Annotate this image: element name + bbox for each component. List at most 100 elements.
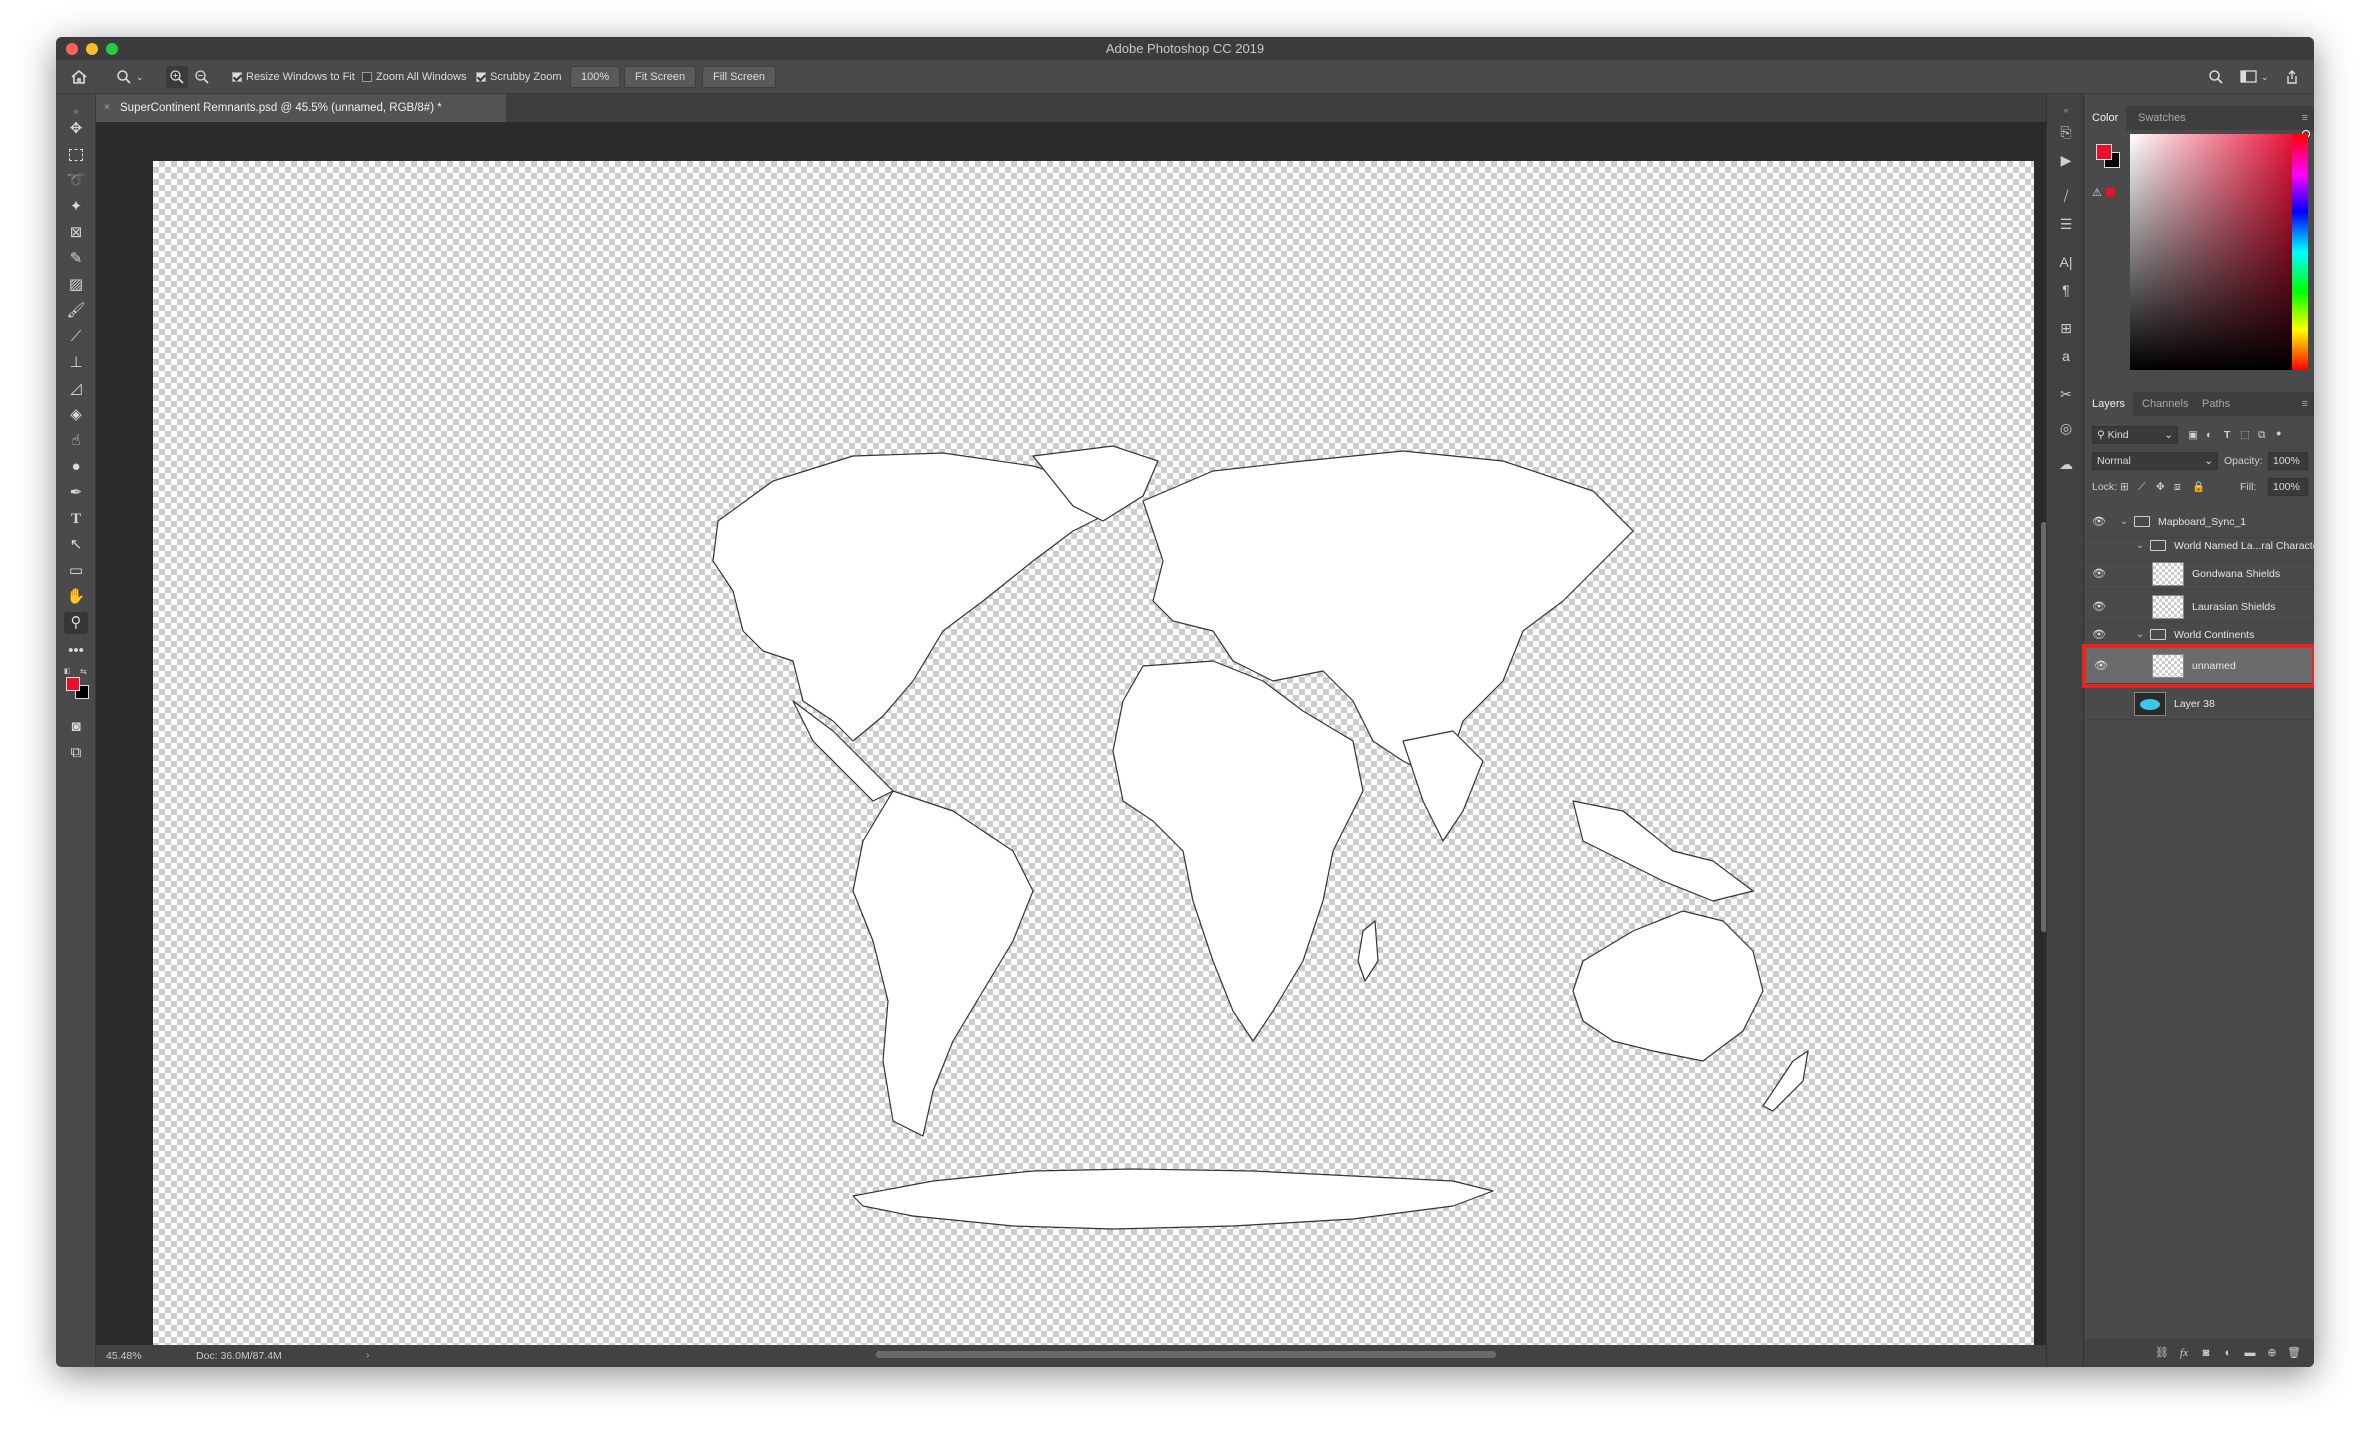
chevron-down-icon[interactable]: ⌄ bbox=[2136, 622, 2144, 648]
filter-type-icon[interactable]: T bbox=[2224, 426, 2230, 444]
delete-layer-icon[interactable]: 🗑 bbox=[2286, 1345, 2302, 1361]
zoom-tool-icon[interactable]: ⚲ bbox=[64, 612, 88, 634]
pen-tool-icon[interactable]: ✒ bbox=[64, 482, 88, 504]
layer-filter-kind[interactable]: ⚲ Kind ⌄ bbox=[2092, 426, 2178, 444]
visibility-eye-icon[interactable]: 👁 bbox=[2092, 515, 2106, 529]
lock-artboard-icon[interactable]: ⧈ bbox=[2174, 478, 2181, 496]
lock-position-icon[interactable]: ✥ bbox=[2156, 478, 2165, 496]
panel-menu-icon[interactable]: ≡ bbox=[2302, 392, 2308, 416]
more-tools-icon[interactable]: ••• bbox=[64, 640, 88, 662]
rectangle-tool-icon[interactable]: ▭ bbox=[64, 560, 88, 582]
link-layers-icon[interactable]: ⛓ bbox=[2154, 1345, 2170, 1361]
foreground-color-swatch[interactable] bbox=[66, 677, 80, 691]
gamut-color-swatch[interactable] bbox=[2106, 188, 2115, 197]
color-swatches[interactable]: ◧ ⇆ bbox=[64, 667, 90, 701]
history-icon[interactable]: ⎘ bbox=[2055, 122, 2077, 142]
zoom-all-windows-check[interactable] bbox=[362, 72, 372, 82]
filter-shape-icon[interactable]: ⬚ bbox=[2240, 426, 2250, 444]
home-button[interactable] bbox=[70, 66, 88, 88]
share-button[interactable] bbox=[2284, 66, 2300, 88]
visibility-eye-icon[interactable]: 👁 bbox=[2092, 567, 2106, 581]
visibility-eye-icon[interactable]: 👁 bbox=[2092, 600, 2106, 614]
tab-paths[interactable]: Paths bbox=[2194, 392, 2238, 416]
filter-adjustment-icon[interactable]: ◐ bbox=[2206, 426, 2212, 444]
new-layer-icon[interactable]: ⊕ bbox=[2264, 1345, 2280, 1361]
resize-windows-check[interactable] bbox=[232, 72, 242, 82]
tool-presets-icon[interactable]: ✂ bbox=[2055, 384, 2077, 404]
minimize-window-button[interactable] bbox=[86, 43, 98, 55]
layer-row-unnamed[interactable]: 👁 unnamed bbox=[2082, 644, 2314, 688]
libraries-icon[interactable]: ☁ bbox=[2055, 454, 2077, 474]
opacity-input[interactable]: 100% bbox=[2268, 452, 2308, 470]
lock-image-icon[interactable]: ⟋ bbox=[2138, 478, 2145, 496]
lock-all-icon[interactable]: 🔒 bbox=[2192, 478, 2205, 496]
actions-play-icon[interactable]: ▶ bbox=[2055, 150, 2077, 170]
magic-wand-tool-icon[interactable]: ✦ bbox=[64, 196, 88, 218]
document-canvas[interactable] bbox=[153, 161, 2034, 1367]
layer-row-layer-38[interactable]: Layer 38 bbox=[2084, 688, 2314, 720]
lasso-tool-icon[interactable]: ➰ bbox=[64, 170, 88, 192]
color-picker-field[interactable] bbox=[2130, 130, 2310, 370]
smudge-tool-icon[interactable]: ☝ bbox=[64, 430, 88, 452]
brush-tool-icon[interactable]: 🖌 bbox=[64, 300, 88, 322]
resize-windows-checkbox[interactable]: Resize Windows to Fit bbox=[232, 66, 355, 88]
frame-tool-icon[interactable]: ⊠ bbox=[64, 222, 88, 244]
hand-tool-icon[interactable]: ✋ bbox=[64, 586, 88, 608]
paint-bucket-tool-icon[interactable]: ◈ bbox=[64, 404, 88, 426]
glyphs-icon[interactable]: a bbox=[2055, 346, 2077, 366]
swap-colors-icon[interactable]: ⇆ bbox=[80, 667, 87, 676]
character-icon[interactable]: A| bbox=[2055, 252, 2077, 272]
search-button[interactable] bbox=[2208, 66, 2224, 88]
brush-settings-icon[interactable]: ⧸ bbox=[2055, 186, 2077, 206]
mixer-brush-tool-icon[interactable]: ⟋ bbox=[64, 326, 88, 348]
default-colors-icon[interactable]: ◧ bbox=[64, 667, 71, 675]
new-group-icon[interactable]: ▬ bbox=[2242, 1345, 2258, 1361]
marquee-tool-icon[interactable] bbox=[64, 144, 88, 166]
maximize-window-button[interactable] bbox=[106, 43, 118, 55]
tab-layers[interactable]: Layers bbox=[2084, 392, 2134, 416]
blend-mode-select[interactable]: Normal ⌄ bbox=[2092, 452, 2218, 470]
filter-smart-object-icon[interactable]: ⧉ bbox=[2258, 426, 2266, 444]
tab-channels[interactable]: Channels bbox=[2134, 392, 2196, 416]
eyedropper-tool-icon[interactable]: ✎ bbox=[64, 248, 88, 270]
zoom-in-button[interactable] bbox=[166, 66, 188, 88]
scrubby-zoom-check[interactable] bbox=[476, 72, 486, 82]
zoom-all-windows-checkbox[interactable]: Zoom All Windows bbox=[362, 66, 466, 88]
layer-row-laurasian-shields[interactable]: 👁 Laurasian Shields bbox=[2084, 591, 2314, 623]
visibility-eye-icon[interactable]: 👁 bbox=[2092, 628, 2106, 642]
paragraph-icon[interactable]: ¶ bbox=[2055, 280, 2077, 300]
tab-color[interactable]: Color bbox=[2084, 106, 2127, 130]
scrubby-zoom-checkbox[interactable]: Scrubby Zoom bbox=[476, 66, 562, 88]
layer-row-gondwana-shields[interactable]: 👁 Gondwana Shields bbox=[2084, 558, 2314, 590]
panel-menu-icon[interactable]: ≡ bbox=[2302, 106, 2308, 130]
out-of-gamut-warning-icon[interactable]: ⚠ bbox=[2092, 186, 2102, 199]
lock-transparent-icon[interactable]: ⊞ bbox=[2120, 478, 2129, 496]
workspace-button[interactable]: ⌄ bbox=[2240, 66, 2269, 88]
fill-screen-button[interactable]: Fill Screen bbox=[702, 66, 776, 88]
properties-icon[interactable]: ◎ bbox=[2055, 418, 2077, 438]
foreground-color-swatch[interactable] bbox=[2096, 144, 2112, 160]
fill-input[interactable]: 100% bbox=[2268, 478, 2308, 496]
layer-mask-icon[interactable]: ◙ bbox=[2198, 1345, 2214, 1361]
visibility-eye-icon[interactable]: 👁 bbox=[2094, 659, 2108, 673]
healing-brush-tool-icon[interactable]: ▨ bbox=[64, 274, 88, 296]
clone-source-icon[interactable]: ⊞ bbox=[2055, 318, 2077, 338]
quick-mask-icon[interactable]: ◙ bbox=[64, 716, 88, 738]
fg-bg-swatch[interactable] bbox=[2094, 142, 2122, 170]
eraser-tool-icon[interactable]: ◿ bbox=[64, 378, 88, 400]
adjustment-layer-icon[interactable]: ◐ bbox=[2220, 1345, 2236, 1361]
zoom-out-button[interactable] bbox=[194, 66, 210, 88]
filter-toggle-icon[interactable]: ● bbox=[2276, 424, 2281, 442]
zoom-level[interactable]: 45.48% bbox=[106, 1350, 142, 1362]
fit-screen-button[interactable]: Fit Screen bbox=[624, 66, 697, 88]
dodge-tool-icon[interactable]: ● bbox=[64, 456, 88, 478]
path-selection-tool-icon[interactable]: ↖ bbox=[64, 534, 88, 556]
hue-slider[interactable] bbox=[2292, 134, 2308, 370]
tab-swatches[interactable]: Swatches bbox=[2130, 106, 2194, 130]
status-menu-icon[interactable]: › bbox=[366, 1349, 370, 1361]
close-tab-icon[interactable]: × bbox=[104, 94, 110, 122]
collapse-icon[interactable]: « bbox=[2055, 100, 2077, 120]
document-tab[interactable]: × SuperContinent Remnants.psd @ 45.5% (u… bbox=[96, 94, 506, 122]
close-window-button[interactable] bbox=[66, 43, 78, 55]
filter-pixel-icon[interactable]: ▣ bbox=[2188, 426, 2198, 444]
